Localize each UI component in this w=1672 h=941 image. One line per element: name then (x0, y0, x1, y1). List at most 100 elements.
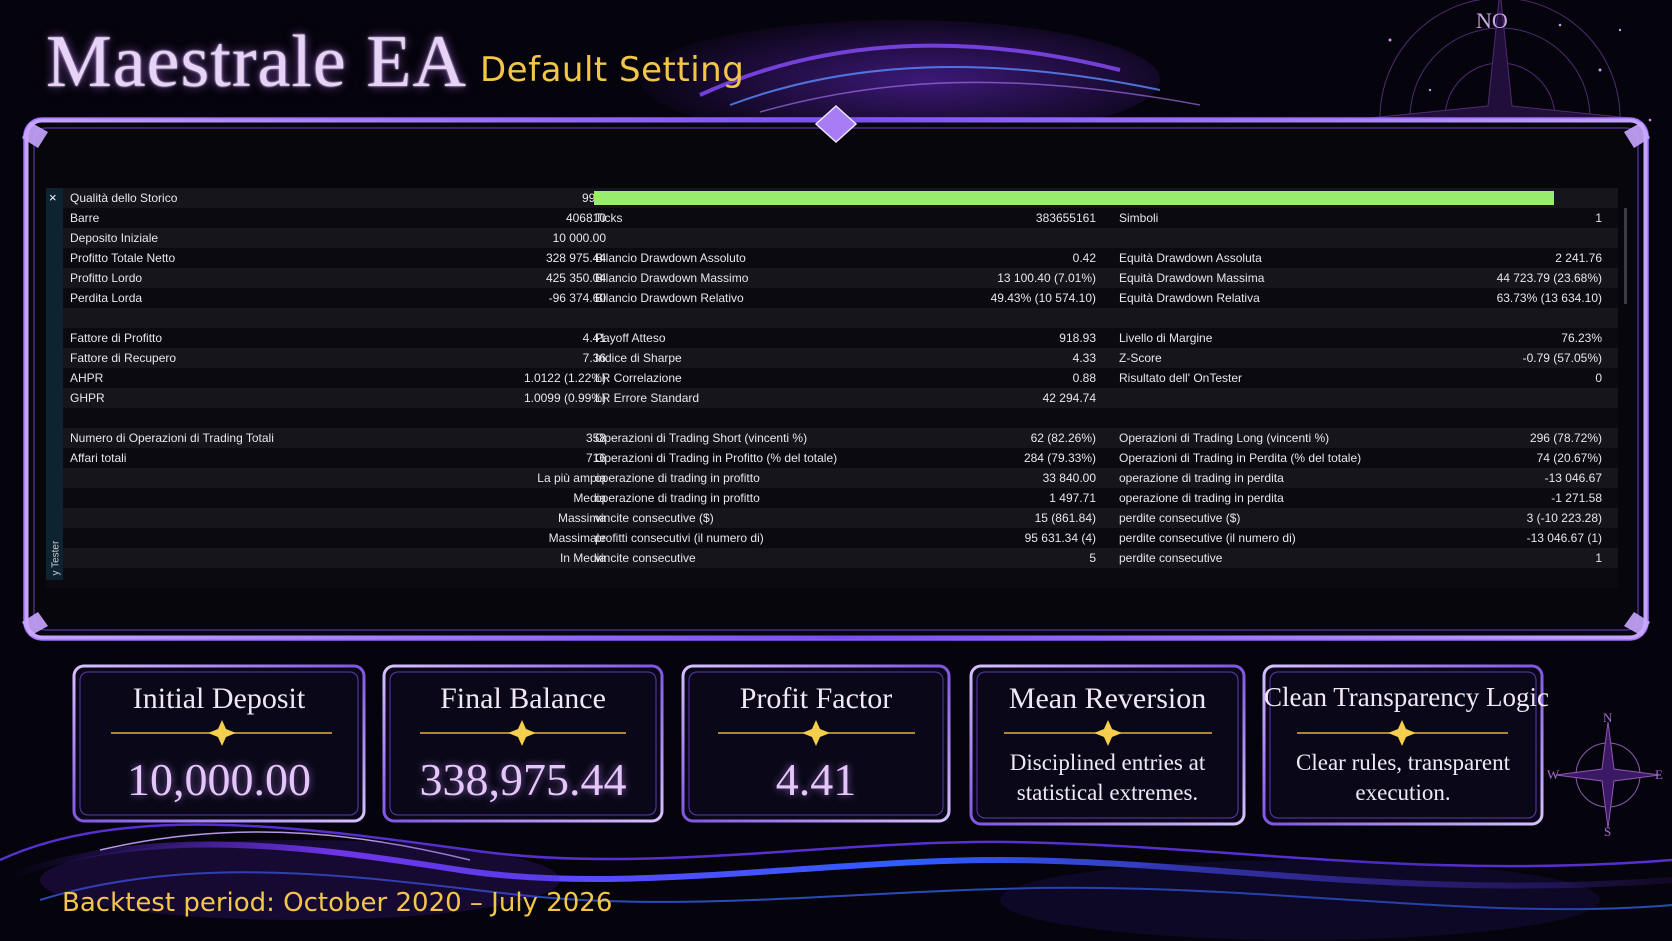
stat-label: Bilancio Drawdown Assoluto (595, 251, 746, 265)
card-title: Clean Transparency Logic (1264, 682, 1549, 712)
stat-value: 49.43% (10 574.10) (990, 291, 1096, 305)
stat-value: 74 (20.67%) (1536, 451, 1602, 465)
stat-value: 13 100.40 (7.01%) (997, 271, 1096, 285)
stat-value: 15 (861.84) (1034, 511, 1096, 525)
stat-value: 0 (1595, 371, 1602, 385)
table-row: Massimale profitti consecutivi (il numero… (46, 528, 1618, 548)
subtitle: Default Setting (480, 50, 745, 90)
tester-tab-label: y Tester (50, 540, 62, 576)
card-value: 4.41 (775, 754, 857, 805)
stat-value: 63.73% (13 634.10) (1496, 291, 1602, 305)
stat-value: 76.23% (1561, 331, 1602, 345)
card-final-balance: Final Balance 338,975.44 (384, 666, 662, 821)
history-quality-bar (594, 191, 1554, 205)
card-value: 338,975.44 (419, 754, 627, 805)
stat-value: 95 631.34 (4) (1024, 531, 1096, 545)
table-row: Affari totali 716 Operazioni di Trading in… (46, 448, 1618, 468)
stat-label: Bilancio Drawdown Relativo (595, 291, 744, 305)
stat-value: 3 (-10 223.28) (1526, 511, 1602, 525)
stat-value: 10 000.00 (552, 231, 606, 245)
card-title: Final Balance (440, 682, 606, 715)
stat-value: 33 840.00 (1042, 471, 1096, 485)
stat-value: 918.93 (1059, 331, 1096, 345)
stat-label: Equità Drawdown Assoluta (1119, 251, 1262, 265)
stat-label: Ticks (595, 211, 623, 225)
stat-label: AHPR (70, 371, 104, 385)
card-title: Mean Reversion (1008, 682, 1207, 715)
app-title: Maestrale EA (46, 21, 467, 103)
card-mean-reversion: Mean Reversion Disciplined entries at st… (971, 666, 1244, 821)
card-profit-factor: Profit Factor 4.41 (683, 666, 949, 821)
stat-label: Equità Drawdown Massima (1119, 271, 1265, 285)
stat-value: 1 (1595, 211, 1602, 225)
table-row (46, 408, 1618, 428)
stat-label: Perdita Lorda (70, 291, 143, 305)
stat-label: operazione di trading in profitto (595, 471, 760, 485)
card-initial-deposit: Initial Deposit 10,000.00 (74, 666, 364, 821)
table-row: AHPR 1.0122 (1.22%) LR Correlazione 0.88 Ris… (46, 368, 1618, 388)
stat-value: 4.33 (1072, 351, 1096, 365)
table-row: Profitto Lordo 425 350.04 Bilancio Drawdow… (46, 268, 1618, 288)
stats-rows: Barre 406810 Ticks 383655161 Simboli 1 Deposit… (46, 208, 1618, 588)
stat-value: 1.0099 (0.99%) (523, 391, 606, 405)
tester-side-tab[interactable]: × y Tester (46, 188, 63, 580)
card-clean-transparency: Clean Transparency Logic Clear rules, tr… (1264, 666, 1549, 821)
card-value: 10,000.00 (127, 754, 311, 805)
stat-value: 2 241.76 (1555, 251, 1602, 265)
stat-label: Profitto Totale Netto (70, 251, 176, 265)
history-quality-label: Qualità dello Storico (70, 191, 178, 205)
stat-label: vincite consecutive ($) (595, 511, 714, 525)
table-row: Barre 406810 Ticks 383655161 Simboli 1 (46, 208, 1618, 228)
stat-value: -13 046.67 (1) (1526, 531, 1602, 545)
stat-value: -1 271.58 (1551, 491, 1602, 505)
stat-label: Equità Drawdown Relativa (1119, 291, 1260, 305)
stat-label: Payoff Atteso (595, 331, 666, 345)
stat-label: Operazioni di Trading in Perdita (% del … (1119, 451, 1362, 465)
stat-value: 0.42 (1072, 251, 1096, 265)
compass-north-label: N (1603, 710, 1613, 725)
stat-label: Bilancio Drawdown Massimo (595, 271, 749, 285)
backtest-period: Backtest period: October 2020 – July 202… (62, 888, 613, 918)
stat-label: perdite consecutive ($) (1119, 511, 1241, 525)
stat-value: 1.0122 (1.22%) (523, 371, 606, 385)
compass-south-label: S (1604, 824, 1612, 839)
stat-value: 44 723.79 (23.68%) (1496, 271, 1602, 285)
stat-label: perdite consecutive (il numero di) (1119, 531, 1296, 545)
stat-value: 5 (1089, 551, 1096, 565)
stat-label: Operazioni di Trading in Profitto (% del… (595, 451, 838, 465)
compass-west-label: W (1547, 767, 1560, 782)
stat-label: Numero di Operazioni di Trading Totali (70, 431, 274, 445)
backtest-report-table: Qualità dello Storico 99% Barre406810Tic… (46, 188, 1618, 588)
stat-label: perdite consecutive (1119, 551, 1223, 565)
stat-value: -0.79 (57.05%) (1522, 351, 1602, 365)
table-row: GHPR 1.0099 (0.99%) LR Errore Standard 42 2… (46, 388, 1618, 408)
table-scrollbar[interactable] (1624, 208, 1627, 304)
stat-label: Simboli (1119, 211, 1159, 225)
stat-label: Risultato dell' OnTester (1119, 371, 1243, 385)
stat-label: Barre (70, 211, 100, 225)
table-row: Profitto Totale Netto 328 975.44 Bilancio … (46, 248, 1618, 268)
table-row: In Media vincite consecutive 5 perdite cons… (46, 548, 1618, 568)
stat-label: LR Errore Standard (595, 391, 700, 405)
stat-value: -13 046.67 (1544, 471, 1602, 485)
table-row: Media operazione di trading in profitto 1 … (46, 488, 1618, 508)
stat-value: 383655161 (1035, 211, 1096, 225)
stat-label: operazione di trading in perdita (1119, 491, 1284, 505)
history-quality-row: Qualità dello Storico 99% (46, 188, 1618, 208)
stat-label: operazione di trading in perdita (1119, 471, 1284, 485)
table-row: Deposito Iniziale 10 000.00 (46, 228, 1618, 248)
compass-east-label: E (1655, 767, 1663, 782)
stat-label: Affari totali (70, 451, 127, 465)
table-row: Fattore di Profitto 4.41 Payoff Atteso 918.… (46, 328, 1618, 348)
close-icon[interactable]: × (49, 188, 57, 208)
card-description: Disciplined entries at statistical extre… (1009, 750, 1206, 805)
stat-label: Livello di Margine (1119, 331, 1213, 345)
stat-value: 296 (78.72%) (1529, 431, 1602, 445)
stat-label: GHPR (70, 391, 105, 405)
stat-label: Indice di Sharpe (595, 351, 682, 365)
stat-label: Profitto Lordo (70, 271, 143, 285)
stat-label: LR Correlazione (595, 371, 682, 385)
stat-label: profitti consecutivi (il numero di) (595, 531, 764, 545)
table-row: La più ampia operazione di trading in pro… (46, 468, 1618, 488)
card-description: Clear rules, transparent execution. (1296, 750, 1510, 805)
